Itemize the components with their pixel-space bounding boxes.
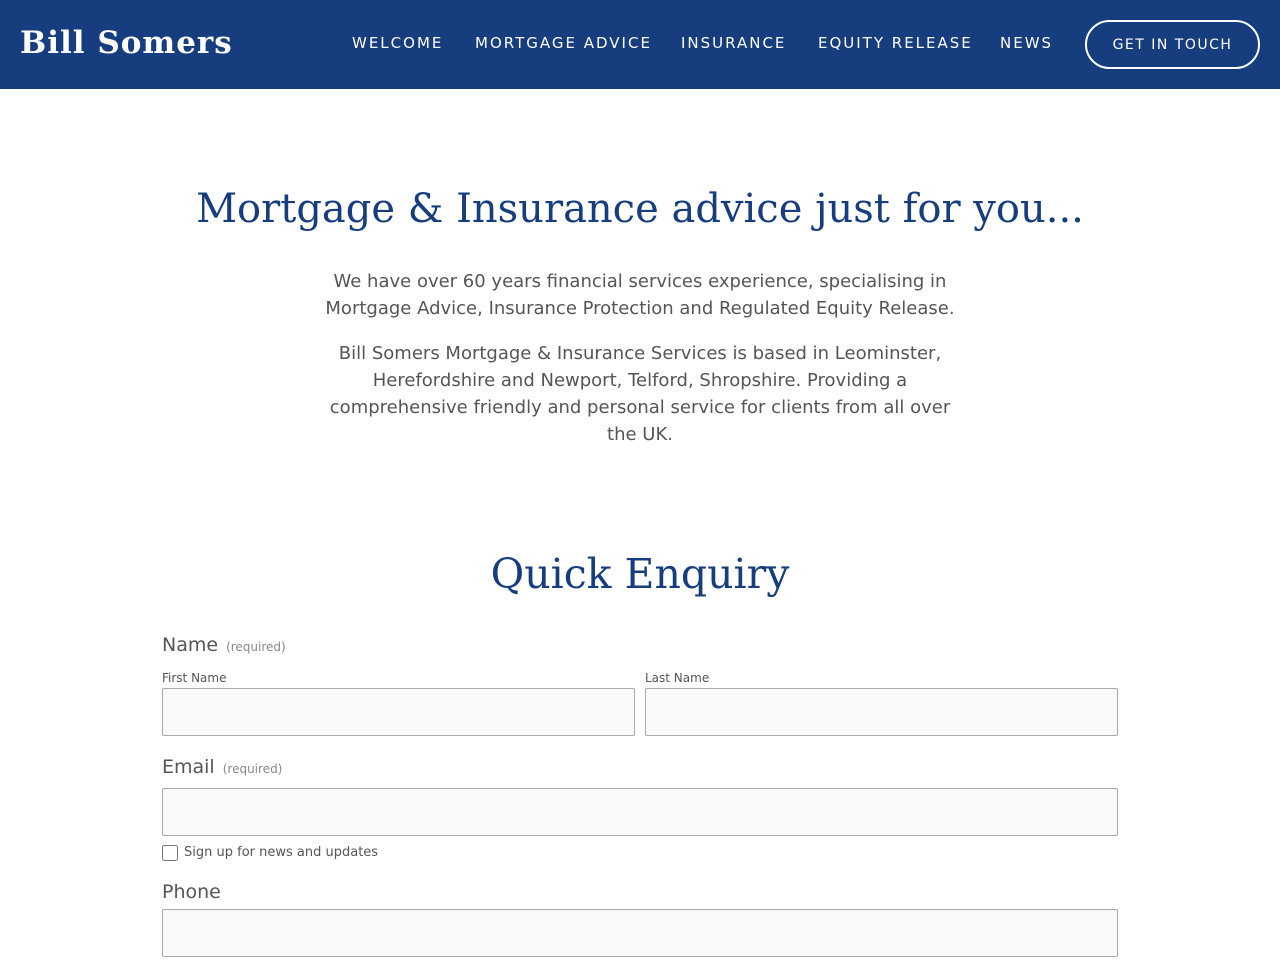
newsletter-checkbox[interactable] xyxy=(162,845,178,861)
email-required-hint: (required) xyxy=(222,762,283,776)
newsletter-signup[interactable]: Sign up for news and updates xyxy=(162,844,378,862)
nav-insurance[interactable]: INSURANCE xyxy=(681,33,786,53)
first-name-input[interactable] xyxy=(162,688,635,736)
get-in-touch-button[interactable]: GET IN TOUCH xyxy=(1085,20,1260,69)
name-required-hint: (required) xyxy=(226,640,286,654)
last-name-input[interactable] xyxy=(645,688,1118,736)
quick-enquiry-title: Quick Enquiry xyxy=(490,550,790,598)
site-logo[interactable]: Bill Somers xyxy=(20,22,233,64)
site-header: Bill Somers WELCOME MORTGAGE ADVICE INSU… xyxy=(0,0,1280,89)
last-name-label: Last Name xyxy=(645,671,710,685)
phone-input[interactable] xyxy=(162,909,1118,957)
name-label: Name (required) xyxy=(162,633,286,659)
intro-paragraph-experience: We have over 60 years financial services… xyxy=(325,271,955,319)
first-name-label: First Name xyxy=(162,671,227,685)
newsletter-checkbox-label: Sign up for news and updates xyxy=(184,845,379,860)
hero-title: Mortgage & Insurance advice just for you… xyxy=(196,186,1084,232)
email-label: Email (required) xyxy=(162,755,282,781)
nav-news[interactable]: NEWS xyxy=(1000,33,1053,53)
nav-mortgage-advice[interactable]: MORTGAGE ADVICE xyxy=(475,33,652,53)
phone-label: Phone xyxy=(162,880,221,904)
nav-equity-release[interactable]: EQUITY RELEASE xyxy=(818,33,973,53)
email-label-text: Email xyxy=(162,756,215,778)
email-input[interactable] xyxy=(162,788,1118,836)
nav-welcome[interactable]: WELCOME xyxy=(352,33,443,53)
name-label-text: Name xyxy=(162,634,219,656)
phone-label-text: Phone xyxy=(162,881,221,903)
intro-paragraph-location: Bill Somers Mortgage & Insurance Service… xyxy=(329,343,951,445)
